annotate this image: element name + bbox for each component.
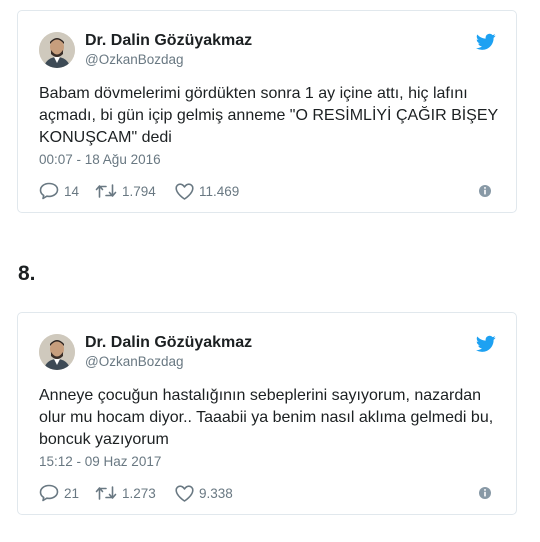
handle[interactable]: @OzkanBozdag xyxy=(85,51,252,69)
display-name[interactable]: Dr. Dalin Gözüyakmaz xyxy=(85,31,252,51)
tweet-header: Dr. Dalin Gözüyakmaz @OzkanBozdag xyxy=(39,29,500,69)
twitter-bird-icon[interactable] xyxy=(476,335,496,353)
reply-icon xyxy=(39,484,59,502)
tweet-text: Anneye çocuğun hastalığının sebeplerini … xyxy=(39,387,494,448)
info-icon[interactable] xyxy=(478,184,492,198)
tweet-actions: 21 1.273 9.338 xyxy=(39,483,495,503)
info-icon[interactable] xyxy=(478,486,492,500)
retweet-icon xyxy=(95,486,117,500)
retweet-count: 1.794 xyxy=(122,183,156,199)
list-number: 8. xyxy=(18,262,36,285)
heart-icon xyxy=(175,182,194,200)
author-names[interactable]: Dr. Dalin Gözüyakmaz @OzkanBozdag xyxy=(85,333,252,371)
retweet-count: 1.273 xyxy=(122,485,156,501)
retweet-icon xyxy=(95,184,117,198)
reply-count: 21 xyxy=(64,485,80,501)
avatar[interactable] xyxy=(39,32,75,68)
tweet-text: Babam dövmelerimi gördükten sonra 1 ay i… xyxy=(39,85,498,146)
avatar[interactable] xyxy=(39,334,75,370)
tweet-actions: 14 1.794 11.469 xyxy=(39,181,495,201)
twitter-bird-icon[interactable] xyxy=(476,33,496,51)
like-count: 9.338 xyxy=(199,485,233,501)
reply-count: 14 xyxy=(64,183,80,199)
like-button[interactable]: 11.469 xyxy=(175,181,239,201)
like-count: 11.469 xyxy=(199,183,240,199)
display-name[interactable]: Dr. Dalin Gözüyakmaz xyxy=(85,333,252,353)
retweet-button[interactable]: 1.794 xyxy=(95,181,156,201)
reply-icon xyxy=(39,182,59,200)
tweet-header: Dr. Dalin Gözüyakmaz @OzkanBozdag xyxy=(39,331,500,371)
tweet-card[interactable]: Dr. Dalin Gözüyakmaz @OzkanBozdag Anneye… xyxy=(17,312,517,515)
timestamp-link[interactable]: 15:12 - 09 Haz 2017 xyxy=(39,454,161,469)
author-names[interactable]: Dr. Dalin Gözüyakmaz @OzkanBozdag xyxy=(85,31,252,69)
tweet-card[interactable]: Dr. Dalin Gözüyakmaz @OzkanBozdag Babam … xyxy=(17,10,517,213)
retweet-button[interactable]: 1.273 xyxy=(95,483,156,503)
reply-button[interactable]: 14 xyxy=(39,181,79,201)
like-button[interactable]: 9.338 xyxy=(175,483,233,503)
handle[interactable]: @OzkanBozdag xyxy=(85,353,252,371)
timestamp-link[interactable]: 00:07 - 18 Ağu 2016 xyxy=(39,152,161,167)
heart-icon xyxy=(175,484,194,502)
reply-button[interactable]: 21 xyxy=(39,483,79,503)
